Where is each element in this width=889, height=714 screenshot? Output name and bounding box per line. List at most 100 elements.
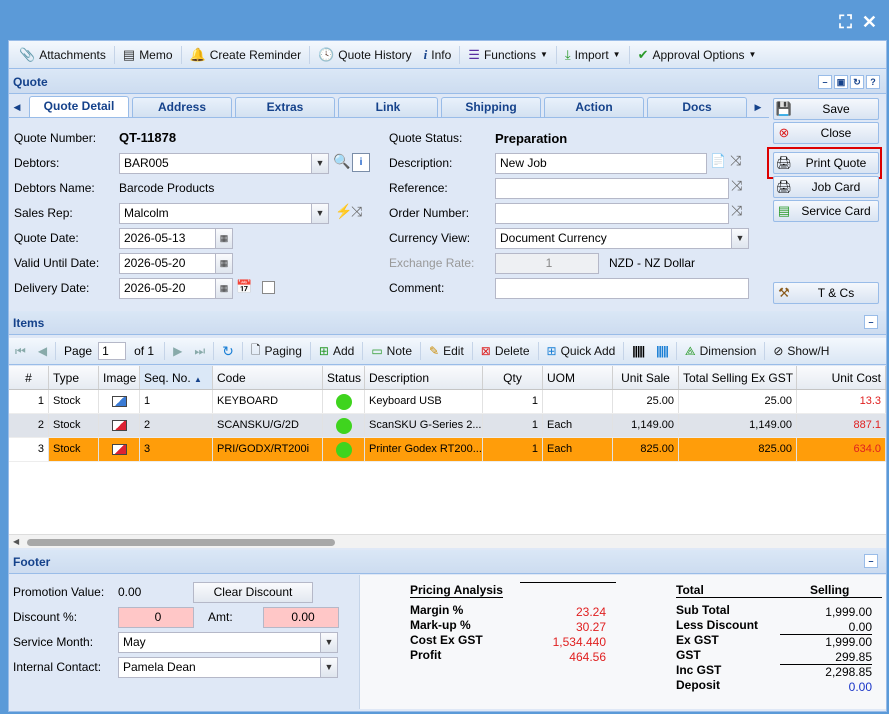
next-page-icon[interactable]: ▶ bbox=[167, 344, 188, 358]
debtors-field[interactable]: BAR005 ▼ bbox=[119, 153, 329, 174]
memo-button[interactable]: ▤ Memo bbox=[117, 44, 179, 66]
barcode-blue-icon[interactable]: ||||| bbox=[650, 344, 674, 358]
valid-until-field[interactable]: 2026-05-20 ▦ bbox=[119, 253, 233, 274]
service-month-field[interactable]: May ▼ bbox=[118, 632, 338, 653]
column-header-image[interactable]: Image bbox=[99, 366, 140, 389]
collapse-icon[interactable]: – bbox=[864, 315, 878, 329]
calendar-icon[interactable]: ▦ bbox=[215, 279, 232, 298]
debtor-info-icon[interactable]: i bbox=[352, 153, 370, 172]
row-image[interactable] bbox=[99, 414, 140, 437]
lightning-icon[interactable]: ⚡ bbox=[335, 203, 352, 220]
tab-action[interactable]: Action bbox=[544, 97, 644, 117]
tab-docs[interactable]: Docs bbox=[647, 97, 747, 117]
import-button[interactable]: ⤓ Import ▼ bbox=[559, 44, 627, 66]
edit-button[interactable]: ✎ Edit bbox=[423, 340, 470, 362]
comment-field[interactable] bbox=[495, 278, 749, 299]
refresh-icon[interactable]: ↻ bbox=[850, 75, 864, 89]
column-header-unit-cost[interactable]: Unit Cost bbox=[797, 366, 886, 389]
quote-history-button[interactable]: 🕓 Quote History bbox=[312, 44, 418, 66]
quick-add-button[interactable]: ⊞ Quick Add bbox=[541, 340, 622, 362]
chevron-down-icon[interactable]: ▼ bbox=[311, 154, 328, 173]
column-header-uom[interactable]: UOM bbox=[543, 366, 613, 389]
print-quote-button[interactable]: 🖨 Print Quote bbox=[773, 152, 879, 174]
search-icon[interactable]: 🔍 bbox=[333, 153, 350, 170]
document-icon[interactable]: 📄 bbox=[710, 153, 726, 169]
delivery-date-field[interactable]: 2026-05-20 ▦ bbox=[119, 278, 233, 299]
job-card-button[interactable]: 🖨 Job Card bbox=[773, 176, 879, 198]
tab-shipping[interactable]: Shipping bbox=[441, 97, 541, 117]
functions-button[interactable]: ☰ Functions ▼ bbox=[462, 44, 554, 66]
order-number-field[interactable] bbox=[495, 203, 729, 224]
description-field[interactable]: New Job bbox=[495, 153, 707, 174]
calendar-check-icon[interactable]: 📅 bbox=[236, 279, 252, 295]
copy-icon[interactable]: ▣ bbox=[834, 75, 848, 89]
shuffle-icon[interactable]: ⤨ bbox=[351, 203, 362, 220]
tab-scroll-left-icon[interactable]: ◀ bbox=[9, 97, 25, 117]
page-input[interactable]: 1 bbox=[98, 342, 127, 360]
collapse-icon[interactable]: – bbox=[864, 554, 878, 568]
dimension-button[interactable]: ⟁ Dimension bbox=[679, 340, 762, 362]
calendar-icon[interactable]: ▦ bbox=[215, 229, 232, 248]
sales-rep-field[interactable]: Malcolm ▼ bbox=[119, 203, 329, 224]
scroll-left-icon[interactable]: ◀ bbox=[13, 537, 19, 546]
chevron-down-icon[interactable]: ▼ bbox=[320, 633, 337, 652]
create-reminder-button[interactable]: 🔔 Create Reminder bbox=[184, 44, 308, 66]
table-row[interactable]: 1 Stock 1 KEYBOARD Keyboard USB 1 25.00 … bbox=[9, 390, 886, 414]
paging-button[interactable]: 🗋 Paging bbox=[245, 340, 308, 362]
column-header-status[interactable]: Status bbox=[323, 366, 365, 389]
row-image[interactable] bbox=[99, 438, 140, 461]
column-header-num[interactable]: # bbox=[9, 366, 49, 389]
table-row[interactable]: 2 Stock 2 SCANSKU/G/2D ScanSKU G-Series … bbox=[9, 414, 886, 438]
delivery-date-checkbox[interactable] bbox=[262, 281, 275, 294]
clear-discount-button[interactable]: Clear Discount bbox=[193, 582, 313, 603]
chevron-down-icon[interactable]: ▼ bbox=[311, 204, 328, 223]
column-header-seq[interactable]: Seq. No. ▲ bbox=[140, 366, 213, 389]
note-button[interactable]: ▭ Note bbox=[365, 340, 418, 362]
info-button[interactable]: i Info bbox=[418, 44, 458, 66]
tab-extras[interactable]: Extras bbox=[235, 97, 335, 117]
terms-conditions-button[interactable]: ⚒ T & Cs bbox=[773, 282, 879, 304]
discount-field[interactable]: 0 bbox=[118, 607, 194, 628]
shuffle-icon[interactable]: ⤨ bbox=[730, 152, 741, 169]
close-button[interactable]: ⊗ Close bbox=[773, 122, 879, 144]
delete-button[interactable]: ⊠ Delete bbox=[475, 340, 536, 362]
save-button[interactable]: 💾 Save bbox=[773, 98, 879, 120]
row-image[interactable] bbox=[99, 390, 140, 413]
collapse-icon[interactable]: – bbox=[818, 75, 832, 89]
approval-options-button[interactable]: ✔ Approval Options ▼ bbox=[632, 44, 763, 66]
column-header-qty[interactable]: Qty bbox=[483, 366, 543, 389]
first-page-icon[interactable]: ⏮ bbox=[9, 344, 32, 359]
barcode-icon[interactable]: ||||| bbox=[626, 344, 650, 358]
column-header-description[interactable]: Description bbox=[365, 366, 483, 389]
attachments-button[interactable]: 📎 Attachments bbox=[13, 44, 112, 66]
shuffle-icon[interactable]: ⤨ bbox=[731, 177, 742, 194]
amt-field[interactable]: 0.00 bbox=[263, 607, 339, 628]
column-header-total-selling[interactable]: Total Selling Ex GST bbox=[679, 366, 797, 389]
chevron-down-icon[interactable]: ▼ bbox=[320, 658, 337, 677]
grid-horizontal-scrollbar[interactable]: ◀ bbox=[9, 534, 886, 548]
help-icon[interactable]: ? bbox=[866, 75, 880, 89]
tab-address[interactable]: Address bbox=[132, 97, 232, 117]
internal-contact-field[interactable]: Pamela Dean ▼ bbox=[118, 657, 338, 678]
chevron-down-icon[interactable]: ▼ bbox=[731, 229, 748, 248]
fullscreen-icon[interactable]: ⛶ bbox=[839, 12, 852, 33]
shuffle-icon[interactable]: ⤨ bbox=[731, 202, 742, 219]
add-button[interactable]: ⊞ Add bbox=[313, 340, 360, 362]
last-page-icon[interactable]: ⏭ bbox=[188, 344, 211, 359]
column-header-unit-sale[interactable]: Unit Sale bbox=[613, 366, 679, 389]
tab-scroll-right-icon[interactable]: ▶ bbox=[750, 97, 766, 117]
tab-quote-detail[interactable]: Quote Detail bbox=[29, 96, 129, 117]
quote-date-field[interactable]: 2026-05-13 ▦ bbox=[119, 228, 233, 249]
tab-link[interactable]: Link bbox=[338, 97, 438, 117]
prev-page-icon[interactable]: ◀ bbox=[32, 344, 53, 358]
reference-field[interactable] bbox=[495, 178, 729, 199]
column-header-type[interactable]: Type bbox=[49, 366, 99, 389]
calendar-icon[interactable]: ▦ bbox=[215, 254, 232, 273]
scrollbar-thumb[interactable] bbox=[27, 539, 335, 546]
show-hide-button[interactable]: ⊘ Show/H bbox=[767, 340, 835, 362]
column-header-code[interactable]: Code bbox=[213, 366, 323, 389]
table-row[interactable]: 3 Stock 3 PRI/GODX/RT200i Printer Godex … bbox=[9, 438, 886, 462]
currency-view-field[interactable]: Document Currency ▼ bbox=[495, 228, 749, 249]
close-icon[interactable]: ✕ bbox=[862, 12, 877, 33]
refresh-icon[interactable]: ↻ bbox=[216, 343, 240, 360]
